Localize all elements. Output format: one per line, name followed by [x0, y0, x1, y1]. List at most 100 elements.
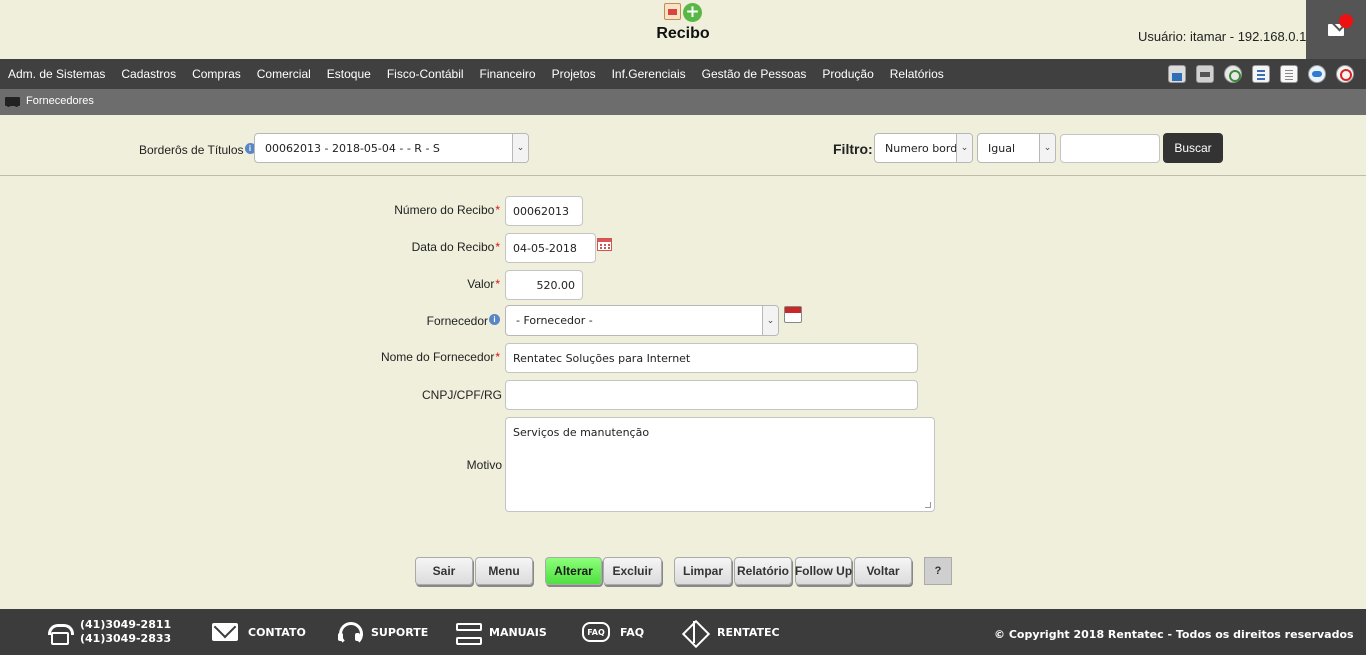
numero-label-text: Número do Recibo [394, 203, 495, 217]
header-actions: + [664, 3, 702, 22]
address-book-icon[interactable] [784, 306, 802, 323]
motivo-textarea[interactable]: Serviços de manutenção [505, 417, 935, 512]
borderos-label-text: Borderôs de Títulos [139, 143, 244, 157]
borderos-label: Borderôs de Títulos i [139, 143, 256, 157]
network-icon [683, 621, 707, 643]
cnpj-input[interactable] [505, 380, 918, 410]
notification-badge [1339, 14, 1353, 28]
search-button[interactable]: Buscar [1163, 133, 1223, 163]
faq-icon: FAQ [582, 622, 610, 642]
report-icon[interactable] [664, 3, 681, 20]
menu-item[interactable]: Financeiro [472, 67, 544, 81]
nome-fornecedor-input[interactable]: Rentatec Soluções para Internet [505, 343, 918, 373]
copyright: © Copyright 2018 Rentatec - Todos os dir… [994, 628, 1354, 641]
recycle-icon[interactable] [1224, 65, 1242, 83]
mail-icon [212, 623, 238, 641]
filter-field-value: Numero bord [885, 141, 958, 155]
books-icon [455, 621, 482, 645]
notifications-button[interactable] [1306, 0, 1366, 59]
breadcrumb-current[interactable]: Fornecedores [26, 95, 94, 107]
followup-button[interactable]: Follow Up [795, 557, 852, 585]
required-marker: * [495, 350, 500, 364]
chevron-down-icon: ⌄ [1039, 134, 1055, 162]
alterar-button[interactable]: Alterar [545, 557, 602, 585]
menu-items: Adm. de Sistemas Cadastros Compras Comercia… [0, 59, 952, 89]
borderos-select[interactable]: 00062013 - 2018-05-04 - - R - S ⌄ [254, 133, 529, 163]
required-marker: * [495, 240, 500, 254]
divider [0, 175, 1366, 176]
sair-button[interactable]: Sair [415, 557, 473, 585]
footer-suporte-label: SUPORTE [371, 625, 429, 639]
chevron-down-icon: ⌄ [956, 134, 972, 162]
limpar-button[interactable]: Limpar [674, 557, 732, 585]
resize-handle[interactable] [925, 502, 931, 508]
menu-item[interactable]: Estoque [319, 67, 379, 81]
fornecedor-select[interactable]: - Fornecedor - ⌄ [505, 305, 779, 336]
menu-item[interactable]: Gestão de Pessoas [694, 67, 815, 81]
menu-item[interactable]: Adm. de Sistemas [0, 67, 113, 81]
menu-item[interactable]: Compras [184, 67, 249, 81]
filter-search-input[interactable] [1060, 134, 1160, 163]
footer-contato[interactable]: CONTATO [212, 609, 306, 655]
motivo-label: Motivo [466, 458, 502, 472]
home-icon[interactable] [1168, 65, 1186, 83]
chevron-down-icon: ⌄ [762, 306, 778, 335]
app-header: + Recibo Usuário: itamar - 192.168.0.14 [0, 0, 1366, 59]
document-icon[interactable] [1252, 65, 1270, 83]
print-icon[interactable] [1196, 65, 1214, 83]
menu-item[interactable]: Produção [814, 67, 881, 81]
footer-phone: (41)3049-2811 (41)3049-2833 [46, 609, 171, 655]
phone-1: (41)3049-2811 [80, 618, 172, 631]
footer-contato-label: CONTATO [248, 625, 306, 639]
headset-icon [337, 621, 363, 646]
breadcrumb: Fornecedores [0, 89, 1366, 115]
valor-input[interactable]: 520.00 [505, 270, 583, 300]
help-button[interactable]: ? [924, 557, 952, 585]
required-marker: * [495, 203, 500, 217]
excluir-button[interactable]: Excluir [603, 557, 662, 585]
numero-label: Número do Recibo* [394, 203, 500, 217]
menu-item[interactable]: Comercial [249, 67, 319, 81]
menu-button[interactable]: Menu [475, 557, 533, 585]
info-icon[interactable]: i [489, 314, 500, 325]
footer-rentatec[interactable]: RENTATEC [683, 609, 780, 655]
page-title: Recibo [656, 25, 710, 42]
footer: (41)3049-2811 (41)3049-2833 CONTATO SUPO… [0, 609, 1366, 655]
borderos-select-value: 00062013 - 2018-05-04 - - R - S [265, 141, 440, 155]
fornecedor-select-value: - Fornecedor - [516, 314, 593, 327]
calendar-icon[interactable] [597, 238, 612, 251]
filter-operator-value: Igual [988, 141, 1015, 155]
user-info: Usuário: itamar - 192.168.0.14 [1138, 29, 1314, 44]
truck-icon [5, 97, 20, 107]
data-recibo-input[interactable]: 04-05-2018 [505, 233, 596, 263]
menu-item[interactable]: Relatórios [882, 67, 952, 81]
footer-manuais-label: MANUAIS [489, 625, 547, 639]
voltar-button[interactable]: Voltar [854, 557, 912, 585]
data-label-text: Data do Recibo [411, 240, 495, 254]
cloud-icon[interactable] [1308, 65, 1326, 83]
menu-item[interactable]: Projetos [544, 67, 604, 81]
relatorio-button[interactable]: Relatório [734, 557, 792, 585]
menu-item[interactable]: Fisco-Contábil [379, 67, 472, 81]
fornecedor-label-text: Fornecedor [426, 314, 488, 328]
valor-label-text: Valor [467, 277, 495, 291]
menu-item[interactable]: Inf.Gerenciais [604, 67, 694, 81]
footer-suporte[interactable]: SUPORTE [337, 609, 428, 655]
numero-recibo-input[interactable]: 00062013 [505, 196, 583, 226]
footer-manuais[interactable]: MANUAIS [455, 609, 547, 655]
footer-faq[interactable]: FAQ FAQ [582, 609, 644, 655]
notes-icon[interactable] [1280, 65, 1298, 83]
filter-operator-select[interactable]: Igual ⌄ [977, 133, 1056, 163]
power-icon[interactable] [1336, 65, 1354, 83]
nome-label: Nome do Fornecedor* [381, 350, 500, 364]
motivo-value: Serviços de manutenção [513, 426, 650, 439]
nome-label-text: Nome do Fornecedor [380, 350, 495, 364]
menu-item[interactable]: Cadastros [113, 67, 184, 81]
cnpj-label: CNPJ/CPF/RG [421, 388, 502, 402]
filter-field-select[interactable]: Numero bord ⌄ [874, 133, 973, 163]
main-menu: Adm. de Sistemas Cadastros Compras Comercia… [0, 59, 1366, 89]
add-icon[interactable]: + [683, 3, 702, 22]
phone-icon [46, 621, 74, 645]
phone-2: (41)3049-2833 [80, 632, 172, 645]
fornecedor-label: Fornecedor i [427, 314, 500, 328]
